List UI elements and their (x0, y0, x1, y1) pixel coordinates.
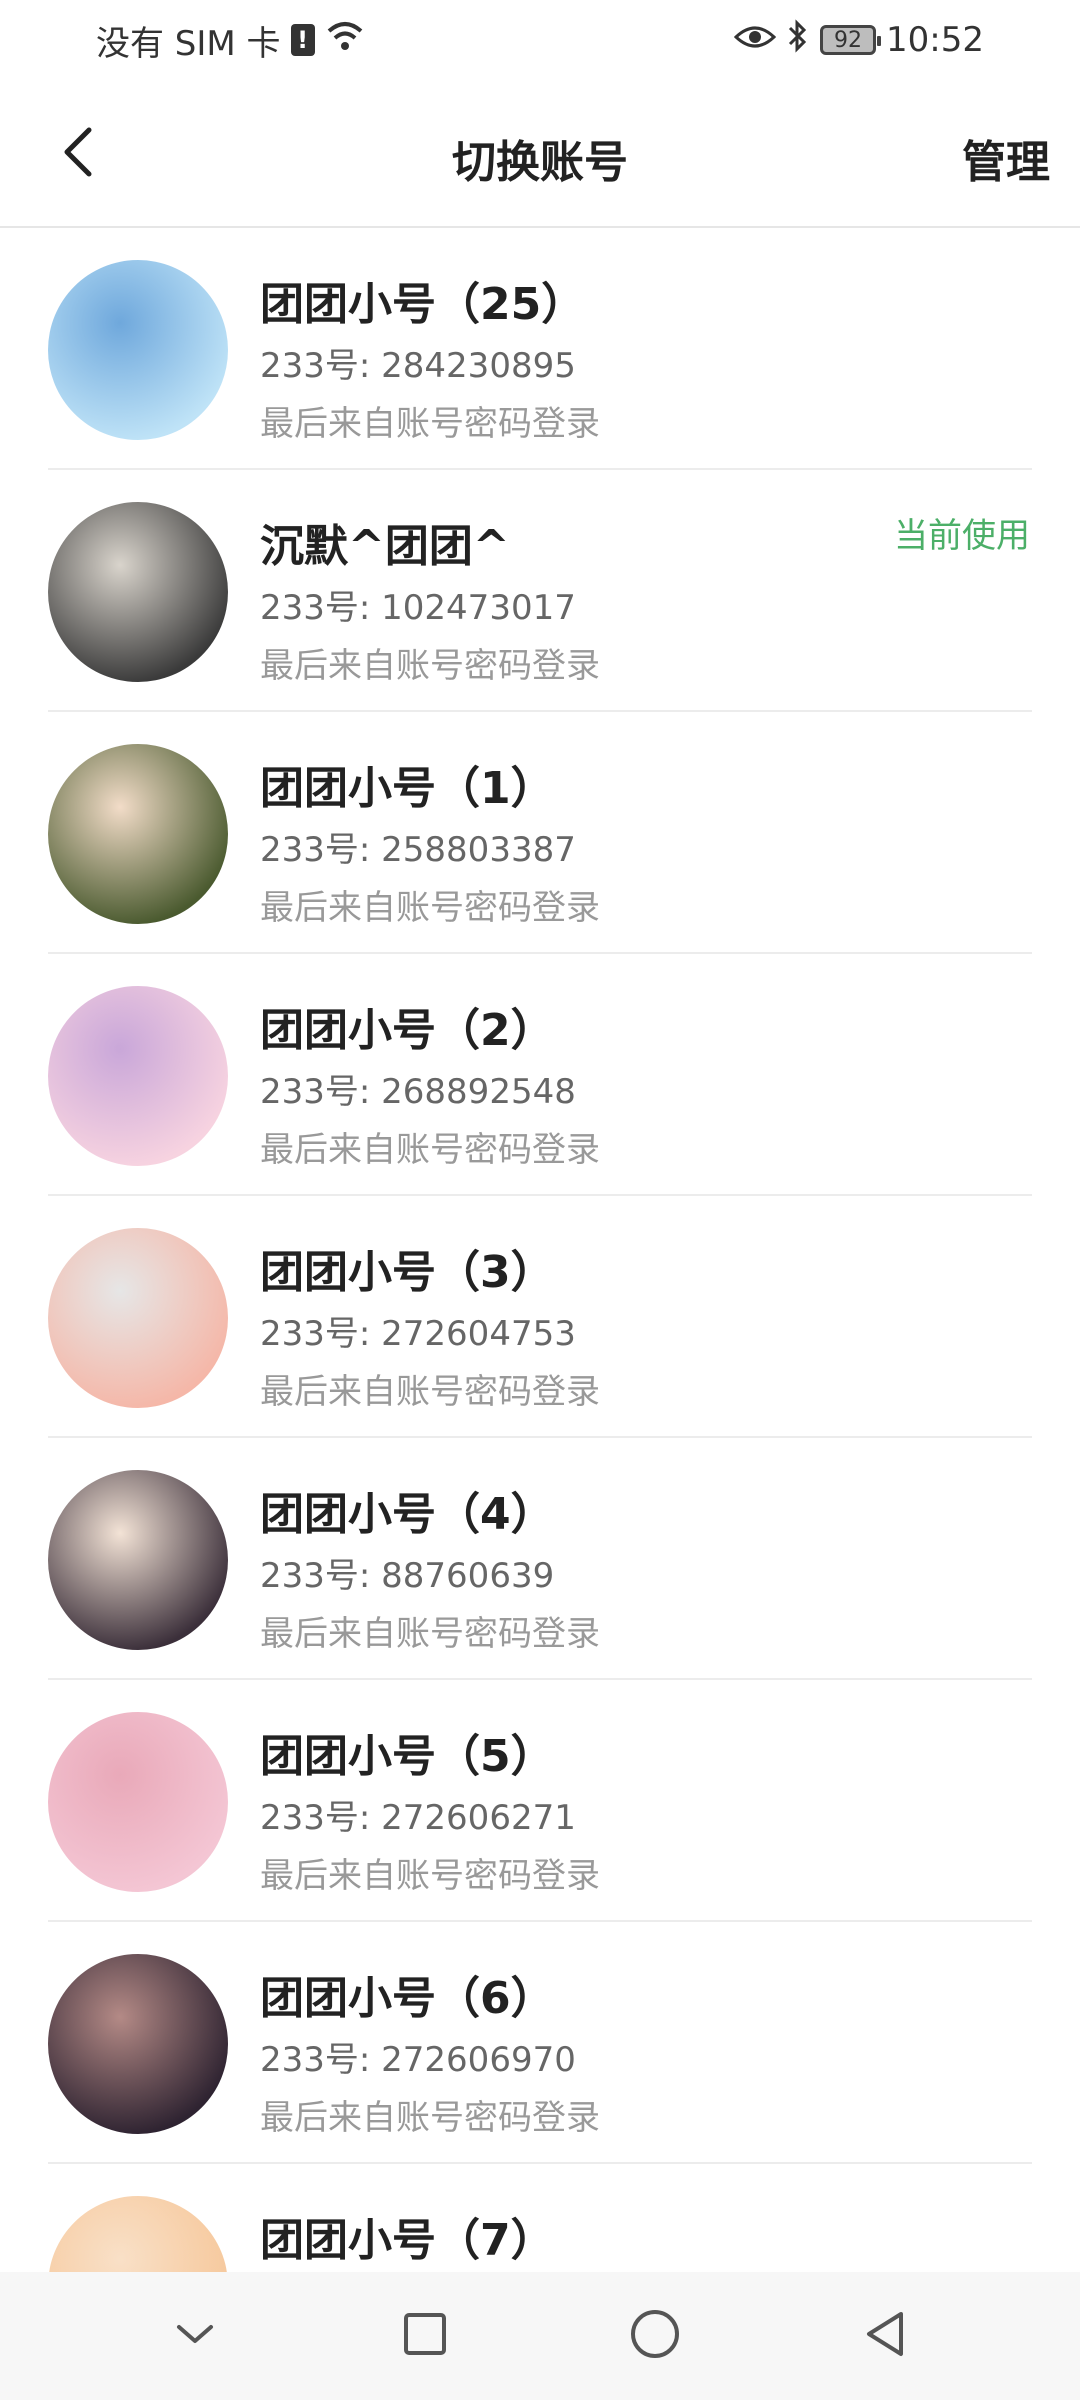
login-method: 最后来自账号密码登录 (260, 2098, 600, 2138)
sim-alert-icon: ! (290, 24, 315, 56)
login-method: 最后来自账号密码登录 (260, 1614, 600, 1654)
account-item[interactable]: 团团小号（5） 233号: 272606271 最后来自账号密码登录 (0, 1680, 1080, 1922)
chevron-down-icon (173, 2319, 217, 2353)
avatar (48, 502, 228, 682)
login-method: 最后来自账号密码登录 (260, 404, 600, 444)
account-item[interactable]: 团团小号（25） 233号: 284230895 最后来自账号密码登录 (0, 228, 1080, 470)
account-name: 团团小号（3） (260, 1247, 555, 1298)
status-bar: 没有 SIM 卡 ! 92 10:52 (0, 0, 1080, 80)
current-account-badge: 当前使用 (894, 516, 1030, 556)
triangle-back-icon (861, 2308, 909, 2364)
account-name: 沉默^团团^ (260, 521, 510, 572)
nav-back-button[interactable] (845, 2296, 925, 2376)
status-left: 没有 SIM 卡 ! (96, 16, 365, 65)
battery-indicator: 92 (820, 25, 882, 55)
nav-recents-button[interactable] (385, 2296, 465, 2376)
status-right: 92 10:52 (733, 18, 984, 62)
account-name: 团团小号（5） (260, 1731, 555, 1782)
login-method: 最后来自账号密码登录 (260, 888, 600, 928)
account-item[interactable]: 团团小号（1） 233号: 258803387 最后来自账号密码登录 (0, 712, 1080, 954)
page-title: 切换账号 (452, 137, 628, 188)
account-name: 团团小号（7） (260, 2215, 555, 2266)
login-method: 最后来自账号密码登录 (260, 1372, 600, 1412)
account-id: 233号: 268892548 (260, 1072, 576, 1112)
avatar (48, 260, 228, 440)
login-method: 最后来自账号密码登录 (260, 1856, 600, 1896)
carrier-text: 没有 SIM 卡 (96, 23, 281, 64)
account-name: 团团小号（4） (260, 1489, 555, 1540)
circle-icon (629, 2308, 681, 2364)
account-id: 233号: 102473017 (260, 588, 576, 628)
nav-collapse-button[interactable] (155, 2296, 235, 2376)
account-list: 团团小号（25） 233号: 284230895 最后来自账号密码登录 沉默^团… (0, 228, 1080, 2400)
wifi-icon (325, 19, 365, 62)
account-name: 团团小号（6） (260, 1973, 555, 2024)
account-item[interactable]: 团团小号（4） 233号: 88760639 最后来自账号密码登录 (0, 1438, 1080, 1680)
avatar (48, 1712, 228, 1892)
account-name: 团团小号（25） (260, 279, 586, 330)
system-nav-bar (0, 2272, 1080, 2400)
top-app-bar: 切换账号 管理 (0, 80, 1080, 228)
account-id: 233号: 272604753 (260, 1314, 576, 1354)
account-name: 团团小号（1） (260, 763, 555, 814)
eye-icon (733, 20, 777, 60)
manage-button[interactable]: 管理 (962, 126, 1050, 190)
avatar (48, 1470, 228, 1650)
avatar (48, 986, 228, 1166)
avatar (48, 1954, 228, 2134)
avatar (48, 1228, 228, 1408)
account-id: 233号: 272606970 (260, 2040, 576, 2080)
account-item[interactable]: 团团小号（6） 233号: 272606970 最后来自账号密码登录 (0, 1922, 1080, 2164)
avatar (48, 744, 228, 924)
login-method: 最后来自账号密码登录 (260, 1130, 600, 1170)
account-id: 233号: 258803387 (260, 830, 576, 870)
login-method: 最后来自账号密码登录 (260, 646, 600, 686)
nav-home-button[interactable] (615, 2296, 695, 2376)
account-item[interactable]: 沉默^团团^ 233号: 102473017 最后来自账号密码登录 当前使用 (0, 470, 1080, 712)
account-switch-screen: 没有 SIM 卡 ! 92 10:52 切换账号 管理 团团小号（25） 233… (0, 0, 1080, 2400)
square-icon (401, 2310, 449, 2362)
account-id: 233号: 284230895 (260, 346, 576, 386)
bluetooth-icon (786, 18, 810, 62)
account-id: 233号: 272606271 (260, 1798, 576, 1838)
account-name: 团团小号（2） (260, 1005, 555, 1056)
account-item[interactable]: 团团小号（2） 233号: 268892548 最后来自账号密码登录 (0, 954, 1080, 1196)
account-item[interactable]: 团团小号（3） 233号: 272604753 最后来自账号密码登录 (0, 1196, 1080, 1438)
account-id: 233号: 88760639 (260, 1556, 555, 1596)
clock-text: 10:52 (886, 20, 984, 60)
